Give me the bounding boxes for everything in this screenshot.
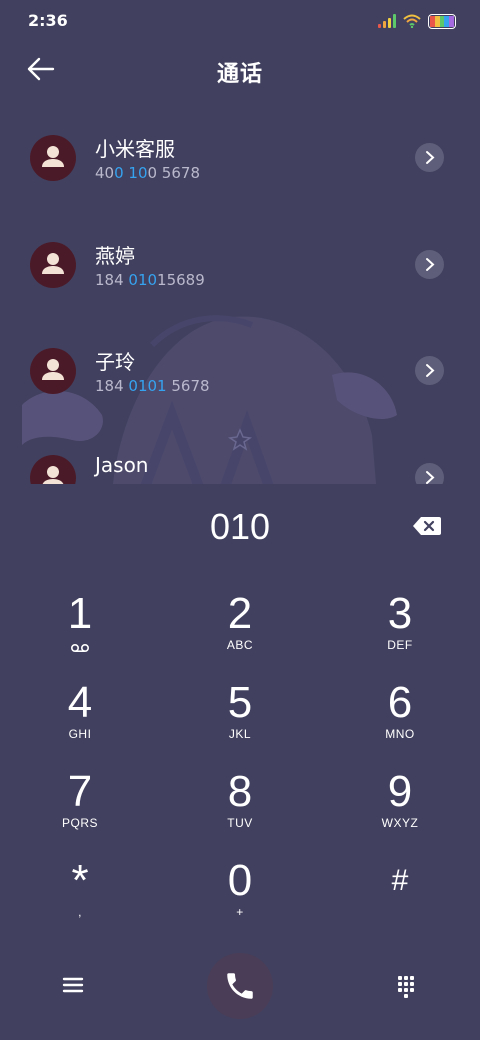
key-letters: JKL (228, 727, 252, 741)
key-8[interactable]: 8 TUV (180, 768, 300, 848)
status-bar: 2:36 (0, 0, 480, 40)
key-letters: + (236, 905, 244, 919)
key-3[interactable]: 3 DEF (340, 590, 460, 670)
key-digit: # (391, 864, 409, 897)
signal-icon (378, 14, 396, 28)
key-digit: 7 (67, 767, 93, 816)
status-icons (378, 12, 456, 30)
person-icon (42, 253, 64, 274)
number-segment: 15689 (157, 271, 205, 289)
chevron-right-icon (426, 258, 435, 271)
key-5[interactable]: 5 JKL (180, 679, 300, 759)
status-time: 2:36 (28, 11, 68, 30)
key-7[interactable]: 7 PQRS (20, 768, 140, 848)
key-digit: 2 (227, 589, 253, 638)
key-digit: 9 (387, 767, 413, 816)
contact-number: 400 100 5678 (95, 164, 200, 182)
key-0[interactable]: 0 + (180, 857, 300, 937)
key-letters: PQRS (61, 816, 98, 830)
key-digit: 4 (67, 678, 93, 727)
contact-row[interactable]: 小米客服 400 100 5678 (0, 100, 480, 182)
contact-row[interactable]: 燕婷 184 01015689 (0, 207, 480, 289)
number-match-highlight: 0 10 (114, 164, 148, 182)
key-digit: 5 (227, 678, 253, 727)
key-digit: 6 (387, 678, 413, 727)
contact-name: 子玲 (95, 350, 135, 374)
key-9[interactable]: 9 WXYZ (340, 768, 460, 848)
key-4[interactable]: 4 GHI (20, 679, 140, 759)
number-segment: 40 (95, 164, 115, 182)
dial-display: 010 (0, 500, 480, 556)
key-digit: 3 (387, 589, 413, 638)
key-star[interactable]: * , (20, 857, 140, 937)
chevron-right-icon (426, 364, 435, 377)
number-segment: 184 (95, 377, 129, 395)
phone-icon (227, 973, 253, 999)
dialpad-toggle-button[interactable] (388, 968, 424, 1002)
page-title: 通话 (216, 62, 263, 87)
dialpad-icon (398, 976, 414, 998)
search-results-list[interactable]: 小米客服 400 100 5678 燕婷 184 01015689 子玲 184… (0, 100, 480, 484)
key-digit: 1 (67, 589, 93, 638)
avatar (30, 242, 76, 288)
key-letters: , (78, 905, 82, 919)
contact-number: 184 01015689 (95, 271, 205, 289)
key-letters: TUV (227, 816, 253, 830)
contact-number: 184 0101 5678 (95, 377, 210, 395)
key-letters: WXYZ (381, 816, 419, 830)
voicemail-icon (20, 638, 140, 653)
avatar (30, 455, 76, 484)
menu-button[interactable] (55, 968, 91, 1002)
person-icon (42, 359, 64, 380)
number-segment: 0 5678 (147, 164, 201, 182)
person-icon (42, 466, 64, 484)
wifi-icon (403, 14, 421, 28)
avatar (30, 348, 76, 394)
number-match-highlight: 010 (128, 271, 158, 289)
contact-name: 燕婷 (95, 244, 135, 268)
bottom-bar (0, 952, 480, 1019)
backspace-button[interactable] (412, 515, 442, 537)
avatar (30, 135, 76, 181)
contact-row[interactable]: 子玲 184 0101 5678 (0, 313, 480, 395)
contact-row[interactable]: Jason (0, 420, 480, 484)
call-button[interactable] (207, 953, 273, 1019)
number-segment: 5678 (166, 377, 210, 395)
key-digit: * (71, 856, 89, 905)
header: 通话 (0, 40, 480, 100)
key-digit: 8 (227, 767, 253, 816)
key-letters: GHI (68, 727, 92, 741)
key-letters: DEF (387, 638, 413, 652)
contact-detail-button[interactable] (415, 143, 444, 172)
key-6[interactable]: 6 MNO (340, 679, 460, 759)
person-icon (42, 146, 64, 167)
menu-icon (62, 977, 84, 993)
key-1[interactable]: 1 (20, 590, 140, 670)
contact-detail-button[interactable] (415, 463, 444, 484)
number-segment: 184 (95, 271, 129, 289)
chevron-right-icon (426, 471, 435, 484)
number-match-highlight: 0101 (128, 377, 167, 395)
chevron-right-icon (426, 151, 435, 164)
dialed-number: 010 (209, 506, 271, 547)
key-hash[interactable]: # (340, 857, 460, 937)
key-2[interactable]: 2 ABC (180, 590, 300, 670)
battery-icon (428, 13, 456, 29)
contact-detail-button[interactable] (415, 250, 444, 279)
key-letters: MNO (385, 727, 415, 741)
key-digit: 0 (227, 856, 253, 905)
key-letters: ABC (226, 638, 254, 652)
contact-detail-button[interactable] (415, 356, 444, 385)
contact-name: Jason (95, 453, 149, 477)
contact-name: 小米客服 (95, 137, 175, 161)
backspace-icon (413, 517, 441, 535)
